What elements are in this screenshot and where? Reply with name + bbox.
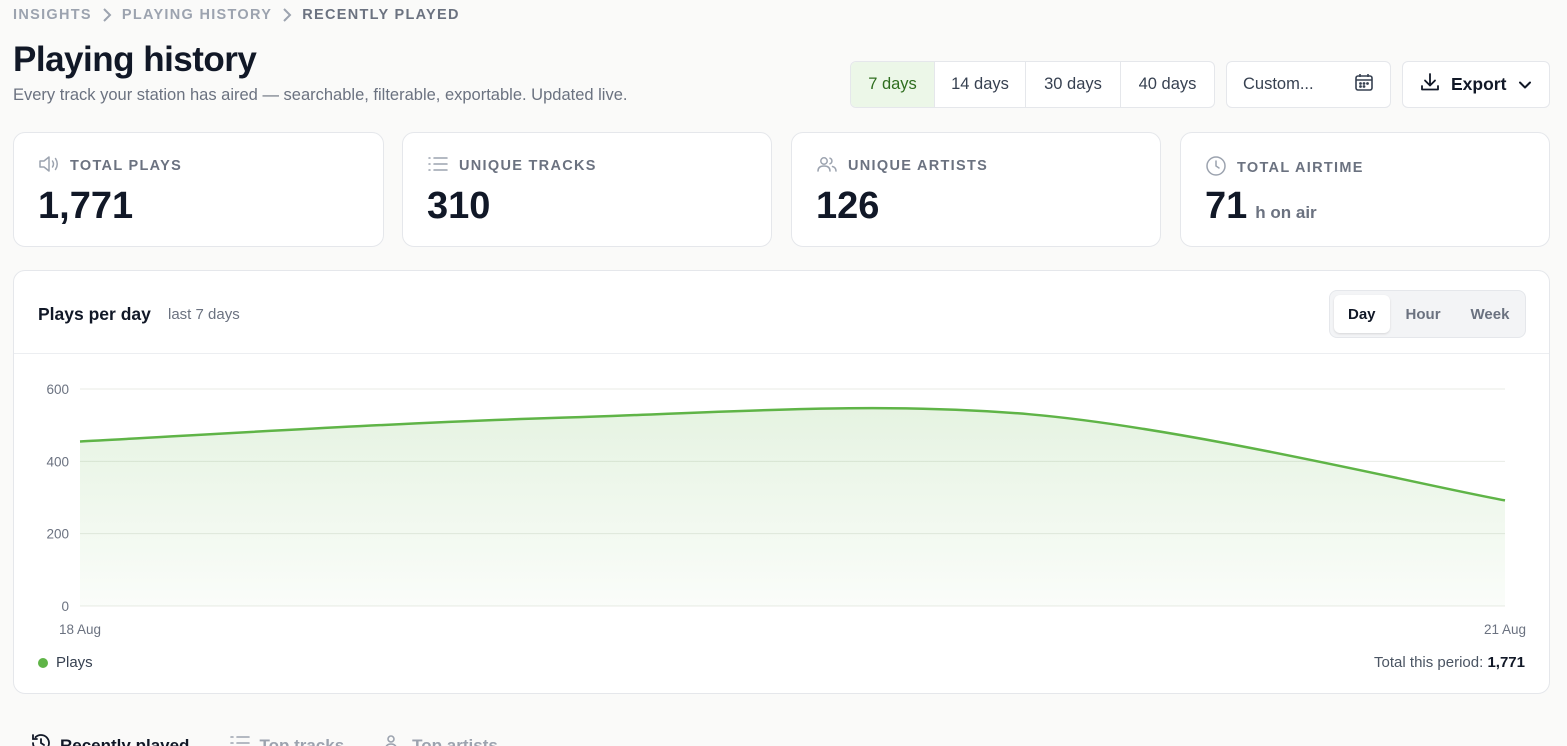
users-icon (384, 733, 404, 746)
chart-header: Plays per day last 7 days Day Hour Week (14, 271, 1549, 354)
chart-period: last 7 days (168, 306, 240, 323)
stat-card-unique-tracks: UNIQUE TRACKS 310 (402, 132, 772, 247)
chevron-right-icon (102, 8, 112, 22)
list-icon (427, 155, 449, 177)
export-label: Export (1451, 74, 1507, 94)
total-label: Total this period: (1374, 654, 1484, 671)
tab-label: Top tracks (259, 735, 345, 746)
history-icon (30, 732, 52, 746)
breadcrumb: INSIGHTS PLAYING HISTORY RECENTLY PLAYED (13, 6, 460, 24)
stat-label: TOTAL AIRTIME (1237, 160, 1364, 176)
stat-value: 1,771 (38, 185, 134, 227)
chevron-right-icon (282, 8, 292, 22)
history-tabs: Recently played Top tracks Top artists (30, 732, 498, 746)
speaker-icon (38, 155, 60, 177)
stat-card-unique-artists: UNIQUE ARTISTS 126 (791, 132, 1161, 247)
users-icon (816, 155, 838, 177)
stat-card-total-airtime: TOTAL AIRTIME 71 h on air (1180, 132, 1550, 247)
legend-label: Plays (56, 654, 93, 671)
clock-icon (1205, 155, 1227, 181)
download-icon (1419, 71, 1441, 98)
breadcrumb-playing-history[interactable]: PLAYING HISTORY (122, 7, 272, 23)
stat-label: UNIQUE TRACKS (459, 158, 597, 174)
page-subtitle: Every track your station has aired — sea… (13, 86, 628, 104)
stat-value: 310 (427, 185, 491, 227)
range-40-days-button[interactable]: 40 days (1121, 62, 1214, 107)
custom-range-label: Custom... (1243, 75, 1314, 93)
total-value: 1,771 (1487, 654, 1525, 671)
y-tick-label: 400 (46, 454, 69, 469)
y-tick-label: 0 (61, 599, 69, 614)
granularity-hour-button[interactable]: Hour (1392, 295, 1455, 333)
chart-title: Plays per day (38, 304, 151, 324)
stat-card-total-plays: TOTAL PLAYS 1,771 (13, 132, 384, 247)
stat-value: 126 (816, 185, 880, 227)
tab-top-artists[interactable]: Top artists (384, 732, 498, 746)
calendar-icon (1354, 72, 1374, 97)
plays-area-fill (80, 408, 1505, 606)
stat-label: TOTAL PLAYS (70, 158, 183, 174)
breadcrumb-insights[interactable]: INSIGHTS (13, 7, 92, 23)
custom-range-button[interactable]: Custom... (1226, 61, 1391, 108)
tab-recently-played[interactable]: Recently played (30, 732, 189, 746)
total-this-period: Total this period: 1,771 (1374, 654, 1525, 671)
granularity-week-button[interactable]: Week (1457, 295, 1524, 333)
date-range-selector: 7 days 14 days 30 days 40 days (850, 61, 1215, 108)
legend-dot (38, 657, 48, 668)
chart-legend: Plays (38, 654, 93, 671)
y-tick-label: 200 (46, 527, 69, 542)
range-14-days-button[interactable]: 14 days (935, 62, 1026, 107)
plays-chart-card: Plays per day last 7 days Day Hour Week … (13, 270, 1550, 694)
tab-top-tracks[interactable]: Top tracks (229, 732, 344, 746)
page-title: Playing history (13, 40, 257, 79)
stat-label: UNIQUE ARTISTS (848, 158, 989, 174)
y-tick-label: 600 (46, 382, 69, 397)
range-30-days-button[interactable]: 30 days (1026, 62, 1121, 107)
chevron-down-icon (1517, 77, 1533, 93)
plays-area-chart: 0 200 400 600 18 Aug 21 Aug (46, 382, 1526, 637)
granularity-selector: Day Hour Week (1329, 290, 1526, 338)
stat-unit: h on air (1255, 203, 1317, 222)
granularity-day-button[interactable]: Day (1334, 295, 1390, 333)
breadcrumb-recently-played: RECENTLY PLAYED (302, 7, 460, 23)
tab-label: Recently played (60, 735, 190, 746)
range-7-days-button[interactable]: 7 days (851, 62, 935, 107)
list-icon (229, 733, 251, 746)
stat-value: 71 (1205, 185, 1248, 227)
export-button[interactable]: Export (1402, 61, 1550, 108)
x-tick-label: 18 Aug (59, 622, 101, 637)
tab-label: Top artists (412, 735, 498, 746)
x-tick-label: 21 Aug (1484, 622, 1526, 637)
